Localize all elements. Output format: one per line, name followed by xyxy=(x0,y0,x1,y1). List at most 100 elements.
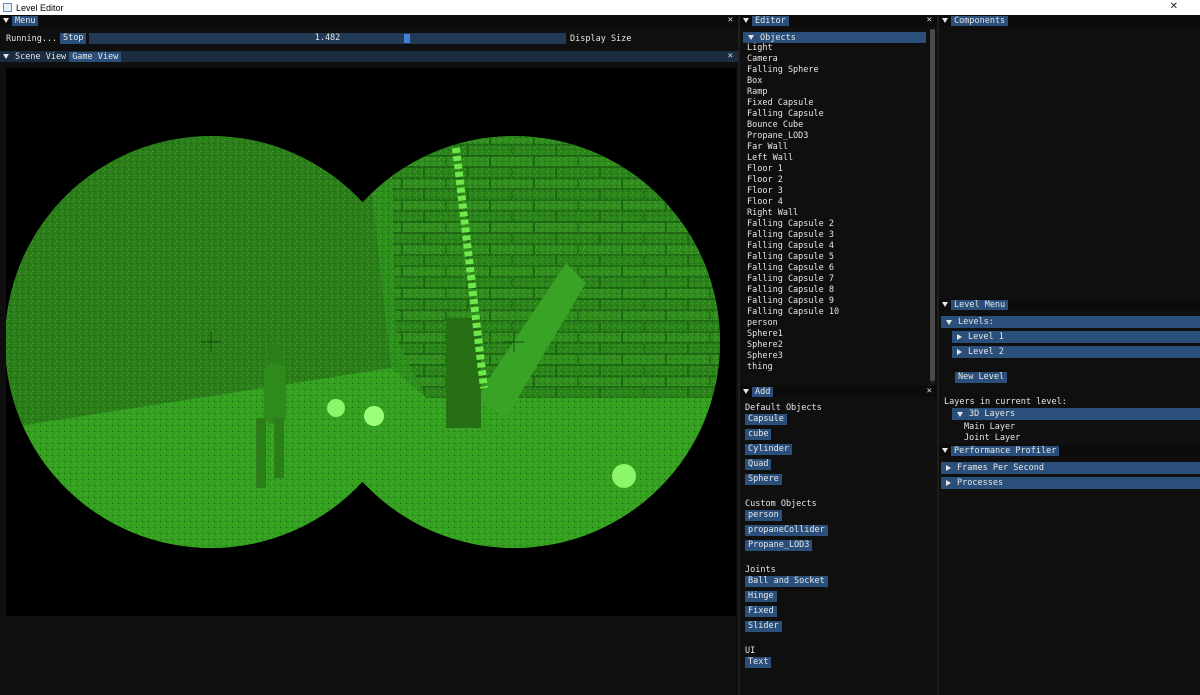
object-list-item[interactable]: thing xyxy=(743,362,926,373)
add-custom-object-button[interactable]: Propane_LOD3 xyxy=(745,540,813,551)
default-objects-label: Default Objects xyxy=(745,403,822,413)
add-joint-button[interactable]: Ball and Socket xyxy=(745,576,828,587)
add-default-object-button[interactable]: Capsule xyxy=(745,414,787,425)
add-panel: Add ✕ Default Objects Capsule cube Cylinde… xyxy=(740,386,937,695)
object-list-item[interactable]: Falling Capsule 4 xyxy=(743,241,926,252)
profiler-item-fps[interactable]: Frames Per Second xyxy=(941,462,1200,474)
menu-panel-titlebar: Menu ✕ xyxy=(0,15,738,26)
collapse-icon[interactable] xyxy=(942,448,948,453)
expand-arrow-icon xyxy=(946,319,952,325)
object-list-item[interactable]: Camera xyxy=(743,54,926,65)
menu-controls: Running... Stop 1.482 Display Size xyxy=(0,32,738,46)
new-level-button[interactable]: New Level xyxy=(955,372,1008,383)
close-icon[interactable]: ✕ xyxy=(728,15,733,25)
collapse-icon[interactable] xyxy=(743,18,749,23)
tab-performance-profiler[interactable]: Performance Profiler xyxy=(951,445,1060,456)
add-custom-object-button[interactable]: person xyxy=(745,510,782,521)
add-ui-button[interactable]: Text xyxy=(745,657,772,668)
tab-menu[interactable]: Menu xyxy=(12,15,39,26)
add-default-object-button[interactable]: cube xyxy=(745,429,772,440)
scrollbar-thumb[interactable] xyxy=(930,29,935,381)
expand-arrow-icon xyxy=(748,35,754,40)
object-list-item[interactable]: Falling Sphere xyxy=(743,65,926,76)
object-list-item[interactable]: Far Wall xyxy=(743,142,926,153)
level-item[interactable]: Level 1 xyxy=(952,331,1200,343)
add-joint-button[interactable]: Hinge xyxy=(745,591,777,602)
object-list-item[interactable]: Falling Capsule 3 xyxy=(743,230,926,241)
object-list-item[interactable]: Floor 2 xyxy=(743,175,926,186)
object-list-item[interactable]: Falling Capsule 8 xyxy=(743,285,926,296)
object-list-item[interactable]: Light xyxy=(743,43,926,54)
menu-panel: Menu ✕ Running... Stop 1.482 Display Siz… xyxy=(0,15,738,51)
object-list-item[interactable]: Falling Capsule 2 xyxy=(743,219,926,230)
add-default-object-button[interactable]: Quad xyxy=(745,459,772,470)
window-close-button[interactable]: ✕ xyxy=(1170,1,1178,12)
profiler-item-processes[interactable]: Processes xyxy=(941,477,1200,489)
object-list-item[interactable]: Falling Capsule 10 xyxy=(743,307,926,318)
night-vision-scene xyxy=(6,136,720,548)
layers-header[interactable]: 3D Layers xyxy=(952,408,1200,420)
collapse-icon[interactable] xyxy=(942,18,948,23)
layer-item[interactable]: Main Layer xyxy=(964,422,1200,433)
object-list-item[interactable]: Ramp xyxy=(743,87,926,98)
scrollbar[interactable] xyxy=(930,29,935,384)
object-list-item[interactable]: Propane_LOD3 xyxy=(743,131,926,142)
collapsed-arrow-icon xyxy=(946,480,951,486)
stop-button[interactable]: Stop xyxy=(60,33,87,44)
levels-header[interactable]: Levels: xyxy=(941,316,1200,328)
add-joint-button[interactable]: Slider xyxy=(745,621,782,632)
object-list-item[interactable]: Falling Capsule 5 xyxy=(743,252,926,263)
object-list-item[interactable]: Floor 1 xyxy=(743,164,926,175)
level-menu-titlebar: Level Menu xyxy=(939,299,1200,310)
collapse-icon[interactable] xyxy=(3,54,9,59)
collapse-icon[interactable] xyxy=(942,302,948,307)
close-icon[interactable]: ✕ xyxy=(728,51,733,61)
object-list-item[interactable]: Falling Capsule xyxy=(743,109,926,120)
collapse-icon[interactable] xyxy=(743,389,749,394)
tab-components[interactable]: Components xyxy=(951,15,1009,26)
add-custom-object-button[interactable]: propaneCollider xyxy=(745,525,828,536)
layer-item[interactable]: Joint Layer xyxy=(964,433,1200,444)
level-label: Level 2 xyxy=(968,347,1004,357)
view-panel-titlebar: Scene View Game View ✕ xyxy=(0,51,738,62)
add-panel-titlebar: Add ✕ xyxy=(740,386,937,397)
layers-label: Layers in current level: xyxy=(944,397,1067,407)
layers-header-label: 3D Layers xyxy=(969,409,1016,419)
object-list-item[interactable]: Sphere3 xyxy=(743,351,926,362)
object-list: Light Camera Falling Sphere Box Ramp Fixed Ca… xyxy=(743,43,926,373)
object-list-item[interactable]: Floor 3 xyxy=(743,186,926,197)
add-default-object-button[interactable]: Sphere xyxy=(745,474,782,485)
object-list-item[interactable]: Box xyxy=(743,76,926,87)
object-list-item[interactable]: Sphere2 xyxy=(743,340,926,351)
collapse-icon[interactable] xyxy=(3,18,9,23)
tab-add[interactable]: Add xyxy=(752,386,774,397)
object-list-item[interactable]: person xyxy=(743,318,926,329)
object-list-item[interactable]: Floor 4 xyxy=(743,197,926,208)
display-size-slider[interactable]: 1.482 xyxy=(89,33,566,44)
object-list-item[interactable]: Bounce Cube xyxy=(743,120,926,131)
object-list-item[interactable]: Falling Capsule 6 xyxy=(743,263,926,274)
close-icon[interactable]: ✕ xyxy=(927,15,932,25)
tab-game-view[interactable]: Game View xyxy=(69,51,122,62)
objects-header[interactable]: Objects xyxy=(743,32,926,43)
tab-level-menu[interactable]: Level Menu xyxy=(951,299,1009,310)
level-item[interactable]: Level 2 xyxy=(952,346,1200,358)
close-icon[interactable]: ✕ xyxy=(927,386,932,396)
add-joint-button[interactable]: Fixed xyxy=(745,606,777,617)
ui-label: UI xyxy=(745,646,756,656)
object-list-item[interactable]: Sphere1 xyxy=(743,329,926,340)
object-list-item[interactable]: Right Wall xyxy=(743,208,926,219)
default-objects-list: Capsule cube Cylinder Quad Sphere xyxy=(740,414,937,485)
tab-scene-view[interactable]: Scene View xyxy=(12,52,69,62)
profiler-panel: Performance Profiler Frames Per Second P… xyxy=(939,445,1200,695)
add-default-object-button[interactable]: Cylinder xyxy=(745,444,792,455)
object-list-item[interactable]: Left Wall xyxy=(743,153,926,164)
levels-header-label: Levels: xyxy=(958,317,994,327)
level-menu-panel: Level Menu Levels: Level 1 Level 2 New L… xyxy=(939,299,1200,444)
object-list-item[interactable]: Fixed Capsule xyxy=(743,98,926,109)
object-list-item[interactable]: Falling Capsule 7 xyxy=(743,274,926,285)
game-viewport[interactable] xyxy=(6,68,736,616)
object-list-item[interactable]: Falling Capsule 9 xyxy=(743,296,926,307)
tab-editor[interactable]: Editor xyxy=(752,15,789,26)
components-panel: Components xyxy=(939,15,1200,298)
